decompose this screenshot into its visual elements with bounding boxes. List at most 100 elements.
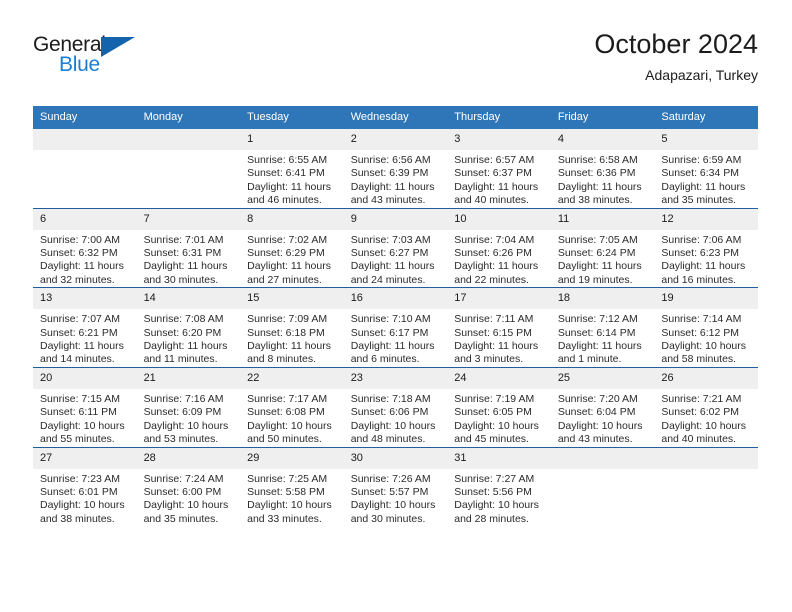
calendar-day-cell[interactable]: 22 Sunrise: 7:17 AM Sunset: 6:08 PM Dayligh… [240,366,344,447]
day-details: Sunrise: 7:23 AM Sunset: 6:01 PM Daylight:… [33,469,137,527]
sunset-text: Sunset: 6:04 PM [557,406,636,419]
daylight-text: Daylight: 11 hours and 11 minutes. [143,340,228,366]
sunrise-text: Sunrise: 7:27 AM [454,472,535,485]
day-number: 11 [550,208,655,230]
day-number: 14 [136,288,241,310]
calendar-day-cell[interactable]: 27 Sunrise: 7:23 AM Sunset: 6:01 PM Dayligh… [33,446,137,527]
calendar-day-cell[interactable]: 8 Sunrise: 7:02 AM Sunset: 6:29 PM Daylight… [240,207,344,288]
calendar-day-cell[interactable]: 29 Sunrise: 7:25 AM Sunset: 5:58 PM Dayligh… [240,446,344,527]
day-details: Sunrise: 7:05 AM Sunset: 6:24 PM Daylight:… [551,230,655,288]
calendar-day-cell-empty [136,129,241,209]
calendar-day-cell[interactable]: 10 Sunrise: 7:04 AM Sunset: 6:26 PM Dayligh… [447,207,551,288]
daylight-text: Daylight: 11 hours and 38 minutes. [557,180,642,207]
calendar-day-cell[interactable]: 15 Sunrise: 7:09 AM Sunset: 6:18 PM Dayligh… [240,287,344,368]
daylight-text: Daylight: 11 hours and 6 minutes. [350,340,435,366]
sunrise-text: Sunrise: 7:01 AM [143,233,224,246]
calendar-day-cell[interactable]: 7 Sunrise: 7:01 AM Sunset: 6:31 PM Daylight… [136,207,241,288]
sunset-text: Sunset: 6:09 PM [143,406,222,419]
day-number: 18 [550,288,655,310]
day-details: Sunrise: 7:12 AM Sunset: 6:14 PM Daylight:… [551,309,655,367]
sunset-text: Sunset: 6:41 PM [247,167,325,180]
daylight-text: Daylight: 10 hours and 53 minutes. [143,419,229,446]
sunset-text: Sunset: 6:00 PM [143,485,222,498]
calendar-day-cell[interactable]: 26 Sunrise: 7:21 AM Sunset: 6:02 PM Dayligh… [654,366,758,447]
daylight-text: Daylight: 11 hours and 22 minutes. [454,260,539,286]
calendar-day-cell[interactable]: 19 Sunrise: 7:14 AM Sunset: 6:12 PM Dayligh… [654,287,758,368]
calendar-day-cell[interactable]: 14 Sunrise: 7:08 AM Sunset: 6:20 PM Dayligh… [136,287,241,368]
day-number: 22 [240,367,344,389]
calendar-day-cell[interactable]: 12 Sunrise: 7:06 AM Sunset: 6:23 PM Dayligh… [654,207,758,288]
day-number: 28 [136,447,241,469]
sunset-text: Sunset: 6:02 PM [661,406,740,419]
sunrise-text: Sunrise: 7:00 AM [40,233,120,246]
sunset-text: Sunset: 6:15 PM [454,326,532,339]
sunset-text: Sunset: 6:11 PM [40,406,117,419]
sunset-text: Sunset: 6:17 PM [350,326,429,339]
day-details: Sunrise: 7:06 AM Sunset: 6:23 PM Daylight:… [654,230,758,288]
day-details: Sunrise: 6:57 AM Sunset: 6:37 PM Daylight:… [447,150,551,208]
sunrise-text: Sunrise: 7:26 AM [350,472,431,485]
sunset-text: Sunset: 6:27 PM [350,247,429,260]
daylight-text: Daylight: 11 hours and 19 minutes. [557,260,642,286]
day-number: 26 [654,367,758,389]
calendar-day-cell[interactable]: 18 Sunrise: 7:12 AM Sunset: 6:14 PM Dayligh… [550,287,655,368]
daylight-text: Daylight: 10 hours and 38 minutes. [40,499,125,525]
calendar-day-cell[interactable]: 25 Sunrise: 7:20 AM Sunset: 6:04 PM Dayligh… [550,366,655,447]
day-details: Sunrise: 7:11 AM Sunset: 6:15 PM Daylight:… [447,309,551,367]
day-details: Sunrise: 7:10 AM Sunset: 6:17 PM Daylight:… [344,309,448,367]
calendar-day-cell[interactable]: 31 Sunrise: 7:27 AM Sunset: 5:56 PM Dayligh… [447,446,551,527]
calendar-day-cell[interactable]: 28 Sunrise: 7:24 AM Sunset: 6:00 PM Dayligh… [136,446,241,527]
calendar-day-cell[interactable]: 17 Sunrise: 7:11 AM Sunset: 6:15 PM Dayligh… [447,287,551,368]
calendar-day-cell[interactable]: 3 Sunrise: 6:57 AM Sunset: 6:37 PM Daylight… [447,129,551,209]
sunrise-text: Sunrise: 7:08 AM [143,313,224,326]
calendar-day-cell[interactable]: 16 Sunrise: 7:10 AM Sunset: 6:17 PM Dayligh… [343,287,448,368]
calendar-day-cell[interactable]: 1 Sunrise: 6:55 AM Sunset: 6:41 PM Daylight… [240,129,344,209]
sunrise-sunset-calendar-table: Sunday Monday Tuesday Wednesday Thursday… [33,106,758,527]
day-number: 5 [654,129,758,150]
calendar-day-cell[interactable]: 23 Sunrise: 7:18 AM Sunset: 6:06 PM Dayligh… [343,366,448,447]
day-details: Sunrise: 7:25 AM Sunset: 5:58 PM Daylight:… [240,469,344,527]
general-blue-logo[interactable]: General Blue [33,34,213,90]
sunset-text: Sunset: 6:39 PM [350,167,429,180]
daylight-text: Daylight: 11 hours and 1 minute. [557,340,642,366]
calendar-day-cell[interactable]: 24 Sunrise: 7:19 AM Sunset: 6:05 PM Dayligh… [447,366,551,447]
day-number: 25 [550,367,655,389]
calendar-day-cell[interactable]: 4 Sunrise: 6:58 AM Sunset: 6:36 PM Daylight… [550,129,655,209]
calendar-day-cell[interactable]: 5 Sunrise: 6:59 AM Sunset: 6:34 PM Daylight… [654,129,758,209]
day-number: 23 [343,367,448,389]
sunset-text: Sunset: 5:58 PM [247,485,325,498]
sunset-text: Sunset: 6:31 PM [143,247,222,260]
day-details: Sunrise: 7:07 AM Sunset: 6:21 PM Daylight:… [33,309,137,367]
day-details: Sunrise: 7:19 AM Sunset: 6:05 PM Daylight:… [447,389,551,447]
day-details: Sunrise: 7:03 AM Sunset: 6:27 PM Daylight:… [344,230,448,288]
sunrise-text: Sunrise: 7:06 AM [661,233,742,246]
calendar-day-cell[interactable]: 9 Sunrise: 7:03 AM Sunset: 6:27 PM Daylight… [343,207,448,288]
sunrise-text: Sunrise: 7:16 AM [143,392,224,405]
calendar-day-cell[interactable]: 6 Sunrise: 7:00 AM Sunset: 6:32 PM Daylight… [33,207,137,288]
day-details: Sunrise: 6:59 AM Sunset: 6:34 PM Daylight:… [654,150,758,208]
daylight-text: Daylight: 10 hours and 45 minutes. [454,419,539,446]
daylight-text: Daylight: 11 hours and 27 minutes. [247,260,331,286]
calendar-header-row: Sunday Monday Tuesday Wednesday Thursday… [33,106,758,129]
sunrise-text: Sunrise: 7:07 AM [40,313,120,326]
daylight-text: Daylight: 11 hours and 32 minutes. [40,260,124,286]
calendar-page: General Blue October 2024 Adapazari, Tur… [0,0,792,612]
weekday-header-monday: Monday [136,106,241,129]
sunset-text: Sunset: 5:57 PM [350,485,429,498]
calendar-day-cell-empty [550,446,655,527]
calendar-day-cell[interactable]: 21 Sunrise: 7:16 AM Sunset: 6:09 PM Dayligh… [136,366,241,447]
calendar-day-cell-empty [33,129,137,209]
calendar-day-cell[interactable]: 30 Sunrise: 7:26 AM Sunset: 5:57 PM Dayligh… [343,446,448,527]
daylight-text: Daylight: 10 hours and 43 minutes. [557,419,643,446]
daylight-text: Daylight: 11 hours and 24 minutes. [350,260,435,286]
day-details: Sunrise: 6:56 AM Sunset: 6:39 PM Daylight:… [344,150,448,208]
calendar-day-cell[interactable]: 13 Sunrise: 7:07 AM Sunset: 6:21 PM Dayligh… [33,287,137,368]
day-details: Sunrise: 6:58 AM Sunset: 6:36 PM Daylight:… [551,150,655,208]
calendar-day-cell[interactable]: 2 Sunrise: 6:56 AM Sunset: 6:39 PM Daylight… [343,129,448,209]
weekday-header-wednesday: Wednesday [343,106,448,129]
day-number: 10 [447,208,551,230]
sunset-text: Sunset: 6:12 PM [661,326,740,339]
calendar-day-cell[interactable]: 20 Sunrise: 7:15 AM Sunset: 6:11 PM Dayligh… [33,366,137,447]
calendar-week-row: 6 Sunrise: 7:00 AM Sunset: 6:32 PM Daylight… [33,207,758,288]
calendar-day-cell[interactable]: 11 Sunrise: 7:05 AM Sunset: 6:24 PM Dayligh… [550,207,655,288]
